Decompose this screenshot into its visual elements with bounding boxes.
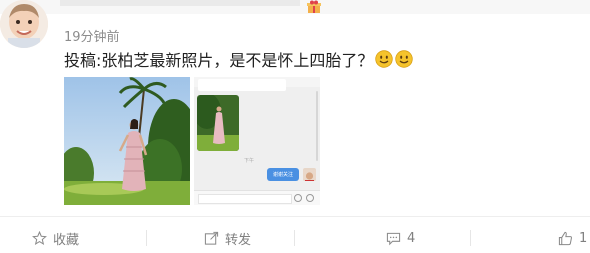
chat-input-field (198, 194, 292, 204)
repost-label: 转发 (225, 232, 252, 248)
like-count: 1 (579, 230, 588, 246)
comment-count: 4 (407, 230, 416, 246)
action-separator (294, 230, 295, 246)
avatar[interactable] (0, 0, 48, 48)
previous-content-placeholder (60, 0, 300, 6)
chat-time-label: 下午 (244, 158, 255, 164)
share-icon (204, 231, 219, 245)
chat-sender-avatar (303, 168, 316, 181)
like-button[interactable]: 1 (558, 226, 587, 250)
plus-button-icon (306, 194, 314, 202)
star-icon (32, 230, 47, 245)
smile-emoji-icon (395, 50, 414, 68)
emoji-button-icon (294, 194, 302, 202)
action-bar: 收藏 转发 4 1 (0, 226, 590, 250)
chat-previous-bubble (198, 79, 286, 91)
post-text: 投稿:张柏芝最新照片，是不是怀上四胎了？ (64, 46, 414, 72)
chat-scrollbar (316, 91, 318, 161)
chat-input-bar (194, 190, 320, 205)
avatar-icon (303, 170, 316, 181)
action-separator (470, 230, 471, 246)
weibo-post-card: 19分钟前 投稿:张柏芝最新照片，是不是怀上四胎了？ 下午 谢谢关注 收藏 转发… (0, 0, 590, 253)
chat-shared-photo (197, 95, 239, 151)
comment-icon (386, 232, 401, 245)
repost-button[interactable]: 转发 (204, 226, 251, 250)
favorite-label: 收藏 (53, 232, 80, 248)
post-timestamp[interactable]: 19分钟前 (64, 26, 120, 45)
gift-icon (307, 0, 321, 13)
action-bar-divider (0, 216, 590, 217)
child-avatar-image (0, 0, 48, 48)
smile-emoji-icon (375, 50, 394, 68)
thumb-up-icon (558, 231, 572, 245)
woman-in-garden-thumbnail (197, 95, 239, 151)
favorite-button[interactable]: 收藏 (32, 226, 79, 250)
post-photo-1[interactable] (64, 77, 190, 205)
previous-content-edge (0, 0, 590, 14)
post-body: 投稿:张柏芝最新照片，是不是怀上四胎了？ (64, 51, 374, 70)
action-separator (146, 230, 147, 246)
post-photo-2-chat-screenshot[interactable]: 下午 谢谢关注 (194, 77, 320, 205)
comment-button[interactable]: 4 (386, 226, 415, 250)
woman-in-garden-photo (64, 77, 190, 205)
chat-outgoing-message: 谢谢关注 (267, 168, 299, 181)
